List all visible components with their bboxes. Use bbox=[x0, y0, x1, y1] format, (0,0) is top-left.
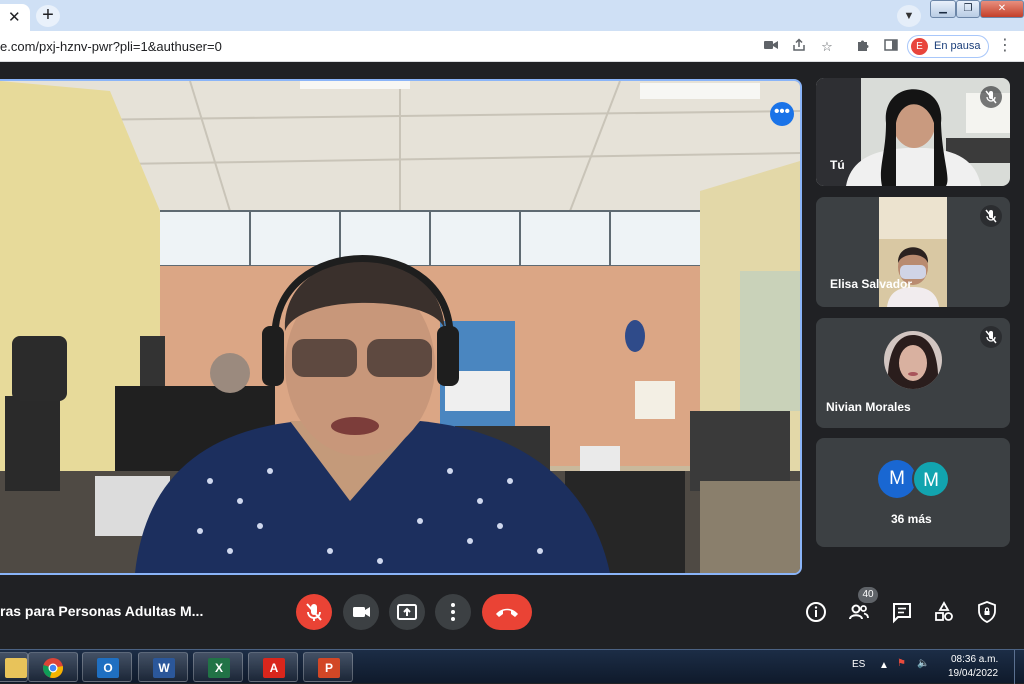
excel-icon: X bbox=[208, 658, 230, 678]
more-options-button[interactable] bbox=[435, 594, 471, 630]
new-tab-button[interactable]: + bbox=[36, 5, 60, 27]
profile-avatar: E bbox=[911, 38, 928, 55]
participant-tile-more[interactable]: M M 36 más bbox=[816, 438, 1010, 547]
extensions-puzzle-icon[interactable] bbox=[854, 38, 872, 56]
taskbar-app-excel[interactable]: X bbox=[193, 652, 243, 682]
url-text[interactable]: e.com/pxj-hznv-pwr?pli=1&authuser=0 bbox=[0, 39, 222, 54]
folder-icon bbox=[5, 658, 27, 678]
participant-tile-nivian[interactable]: Nivian Morales bbox=[816, 318, 1010, 428]
taskbar-app-powerpoint[interactable]: P bbox=[303, 652, 353, 682]
present-screen-button[interactable] bbox=[389, 594, 425, 630]
side-panel-icon[interactable] bbox=[882, 38, 900, 56]
end-call-button[interactable] bbox=[482, 594, 532, 630]
mic-off-icon bbox=[980, 326, 1002, 348]
clock-time[interactable]: 08:36 a.m. bbox=[951, 654, 998, 665]
participant-avatar: M bbox=[878, 460, 916, 498]
bookmark-star-icon[interactable]: ☆ bbox=[818, 38, 836, 56]
browser-tab-bar: ✕ + ▼ ▁ ❐ ✕ bbox=[0, 0, 1024, 31]
mic-off-button[interactable] bbox=[296, 594, 332, 630]
word-icon: W bbox=[153, 658, 175, 678]
volume-icon[interactable]: 🔈 bbox=[917, 658, 929, 669]
acrobat-icon: A bbox=[263, 658, 285, 678]
office-scene-image bbox=[0, 81, 800, 573]
more-participants-label: 36 más bbox=[891, 512, 932, 526]
browser-menu-icon[interactable]: ⋮ bbox=[996, 37, 1014, 55]
meet-area: ••• Tú Elisa Salvador Nivian Morales M M… bbox=[0, 63, 1024, 649]
participant-name: Nivian Morales bbox=[826, 400, 911, 414]
main-speaker-video: ••• bbox=[0, 79, 802, 575]
profile-status-label: En pausa bbox=[934, 40, 981, 52]
meeting-details-info-icon[interactable] bbox=[804, 600, 828, 624]
powerpoint-icon: P bbox=[318, 658, 340, 678]
chrome-icon bbox=[43, 658, 63, 678]
action-center-flag-icon[interactable]: ⚑ bbox=[897, 658, 906, 669]
more-vert-icon bbox=[451, 603, 455, 621]
taskbar-app-acrobat[interactable]: A bbox=[248, 652, 298, 682]
browser-tab[interactable]: ✕ bbox=[0, 4, 30, 31]
windows-taskbar: O W X A P ES ▲ ⚑ 🔈 08:36 a.m. 19/04/2022 bbox=[0, 649, 1024, 684]
nivian-avatar bbox=[884, 331, 942, 389]
mic-off-icon bbox=[980, 205, 1002, 227]
camera-icon bbox=[353, 607, 370, 617]
present-screen-icon bbox=[397, 604, 417, 620]
people-icon[interactable] bbox=[847, 600, 871, 624]
window-close-icon[interactable]: ✕ bbox=[980, 0, 1024, 18]
profile-button[interactable]: E En pausa bbox=[907, 35, 989, 58]
camera-in-use-icon[interactable] bbox=[762, 38, 780, 56]
taskbar-app-word[interactable]: W bbox=[138, 652, 188, 682]
mic-off-icon bbox=[306, 603, 322, 621]
participant-avatar: M bbox=[912, 460, 950, 498]
main-tile-more-options-icon[interactable]: ••• bbox=[770, 102, 794, 126]
host-controls-shield-icon[interactable] bbox=[975, 600, 999, 624]
minimize-icon[interactable]: ▁ bbox=[930, 0, 956, 18]
taskbar-app-explorer[interactable] bbox=[0, 652, 28, 682]
maximize-icon[interactable]: ❐ bbox=[956, 0, 980, 18]
window-controls: ▁ ❐ ✕ bbox=[930, 0, 1024, 19]
participant-tile-self[interactable]: Tú bbox=[816, 78, 1010, 186]
mic-off-icon bbox=[980, 86, 1002, 108]
hang-up-icon bbox=[496, 608, 518, 617]
participant-name: Tú bbox=[830, 158, 845, 172]
tab-close-icon[interactable]: ✕ bbox=[8, 8, 21, 26]
show-hidden-icons-icon[interactable]: ▲ bbox=[879, 660, 889, 671]
tab-search-chevron-icon[interactable]: ▼ bbox=[897, 5, 921, 27]
participant-name: Elisa Salvador bbox=[830, 277, 913, 291]
clock-date[interactable]: 19/04/2022 bbox=[948, 668, 998, 679]
outlook-icon: O bbox=[97, 658, 119, 678]
activities-icon[interactable] bbox=[932, 600, 956, 624]
address-bar: e.com/pxj-hznv-pwr?pli=1&authuser=0 ☆ E … bbox=[0, 31, 1024, 62]
taskbar-app-outlook[interactable]: O bbox=[82, 652, 132, 682]
taskbar-app-chrome[interactable] bbox=[28, 652, 78, 682]
chat-icon[interactable] bbox=[890, 600, 914, 624]
input-language[interactable]: ES bbox=[852, 659, 865, 670]
participant-tile-elisa[interactable]: Elisa Salvador bbox=[816, 197, 1010, 307]
share-icon[interactable] bbox=[790, 38, 808, 56]
camera-button[interactable] bbox=[343, 594, 379, 630]
meeting-title: ras para Personas Adultas M... bbox=[0, 603, 204, 619]
show-desktop-button[interactable] bbox=[1014, 650, 1024, 684]
